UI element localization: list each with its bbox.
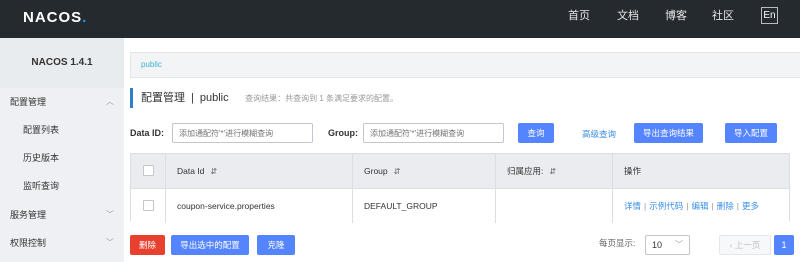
chevron-up-icon: ︿ <box>106 97 114 106</box>
namespace-public-link[interactable]: public <box>141 60 162 69</box>
header-group[interactable]: Group ⇵ <box>364 154 400 188</box>
select-all-checkbox[interactable] <box>143 165 154 176</box>
sample-code-link[interactable]: 示例代码 <box>649 201 683 211</box>
chevron-left-icon: ‹ <box>729 240 733 250</box>
page-1-button[interactable]: 1 <box>774 235 794 255</box>
prev-page-button[interactable]: ‹ 上一页 <box>719 235 771 255</box>
delete-link[interactable]: 删除 <box>717 201 734 211</box>
header-data-id[interactable]: Data Id ⇵ <box>177 154 217 188</box>
nav-community[interactable]: 社区 <box>712 9 734 23</box>
sort-icon[interactable]: ⇵ <box>394 167 401 176</box>
sidebar-item-service-management[interactable]: 服务管理 ﹀ <box>0 201 124 229</box>
nav-home[interactable]: 首页 <box>568 9 590 23</box>
page-size-label: 每页显示: <box>599 238 636 248</box>
delete-button[interactable]: 删除 <box>130 235 165 255</box>
row-checkbox[interactable] <box>143 200 154 211</box>
header-app[interactable]: 归属应用: ⇵ <box>507 154 556 188</box>
data-id-label: Data ID: <box>130 128 165 138</box>
row-group: DEFAULT_GROUP <box>364 201 438 211</box>
sidebar: NACOS 1.4.1 配置管理 ︿ 配置列表 历史版本 监听查询 服务管理 ﹀… <box>0 38 124 262</box>
sort-icon[interactable]: ⇵ <box>549 167 556 176</box>
query-button[interactable]: 查询 <box>518 123 554 143</box>
sidebar-item-config-list[interactable]: 配置列表 <box>0 116 124 144</box>
details-link[interactable]: 详情 <box>624 201 641 211</box>
title-main: 配置管理 <box>141 92 185 104</box>
nacos-logo[interactable]: NACOS. <box>23 9 87 26</box>
sidebar-item-access-control[interactable]: 权限控制 ﹀ <box>0 229 124 257</box>
title-separator: | <box>191 92 194 104</box>
table-row: coupon-service.properties DEFAULT_GROUP … <box>131 188 789 223</box>
page-size-select[interactable]: 10 ﹀ <box>645 235 690 255</box>
export-results-button[interactable]: 导出查询结果 <box>634 123 703 143</box>
data-id-input[interactable] <box>172 123 313 143</box>
chevron-down-icon: ﹀ <box>106 210 114 219</box>
nav-blog[interactable]: 博客 <box>665 9 687 23</box>
sort-icon[interactable]: ⇵ <box>210 167 217 176</box>
advanced-query-link[interactable]: 高级查询 <box>582 128 616 140</box>
group-input[interactable] <box>363 123 504 143</box>
import-config-button[interactable]: 导入配置 <box>725 123 777 143</box>
sidebar-item-history[interactable]: 历史版本 <box>0 144 124 172</box>
version-label: NACOS 1.4.1 <box>0 38 124 88</box>
top-nav-bar: NACOS. 首页 文档 博客 社区 En <box>0 0 800 38</box>
title-namespace: public <box>199 92 229 104</box>
namespace-breadcrumb[interactable]: public <box>130 52 800 78</box>
sidebar-item-config-management[interactable]: 配置管理 ︿ <box>0 88 124 116</box>
header-actions: 操作 <box>624 166 642 176</box>
export-selected-button[interactable]: 导出选中的配置 <box>171 235 249 255</box>
query-result-hint: 查询结果：共查询到 1 条满足要求的配置。 <box>245 94 399 103</box>
edit-link[interactable]: 编辑 <box>691 201 708 211</box>
clone-button[interactable]: 克隆 <box>257 235 295 255</box>
more-link[interactable]: 更多 <box>742 201 759 211</box>
chevron-down-icon: ﹀ <box>106 238 114 247</box>
row-actions: 详情 | 示例代码 | 编辑 | 删除 | 更多 <box>624 201 759 211</box>
sidebar-item-listener-query[interactable]: 监听查询 <box>0 172 124 200</box>
table-header: Data Id ⇵ Group ⇵ 归属应用: ⇵ 操作 <box>131 154 789 188</box>
page-title: 配置管理 | public 查询结果：共查询到 1 条满足要求的配置。 <box>130 88 790 108</box>
language-toggle[interactable]: En <box>761 7 778 24</box>
chevron-down-icon: ﹀ <box>675 240 683 249</box>
nav-docs[interactable]: 文档 <box>617 9 639 23</box>
group-label: Group: <box>328 128 358 138</box>
config-table: Data Id ⇵ Group ⇵ 归属应用: ⇵ 操作 coupon-service… <box>130 153 790 223</box>
row-data-id: coupon-service.properties <box>177 201 275 211</box>
